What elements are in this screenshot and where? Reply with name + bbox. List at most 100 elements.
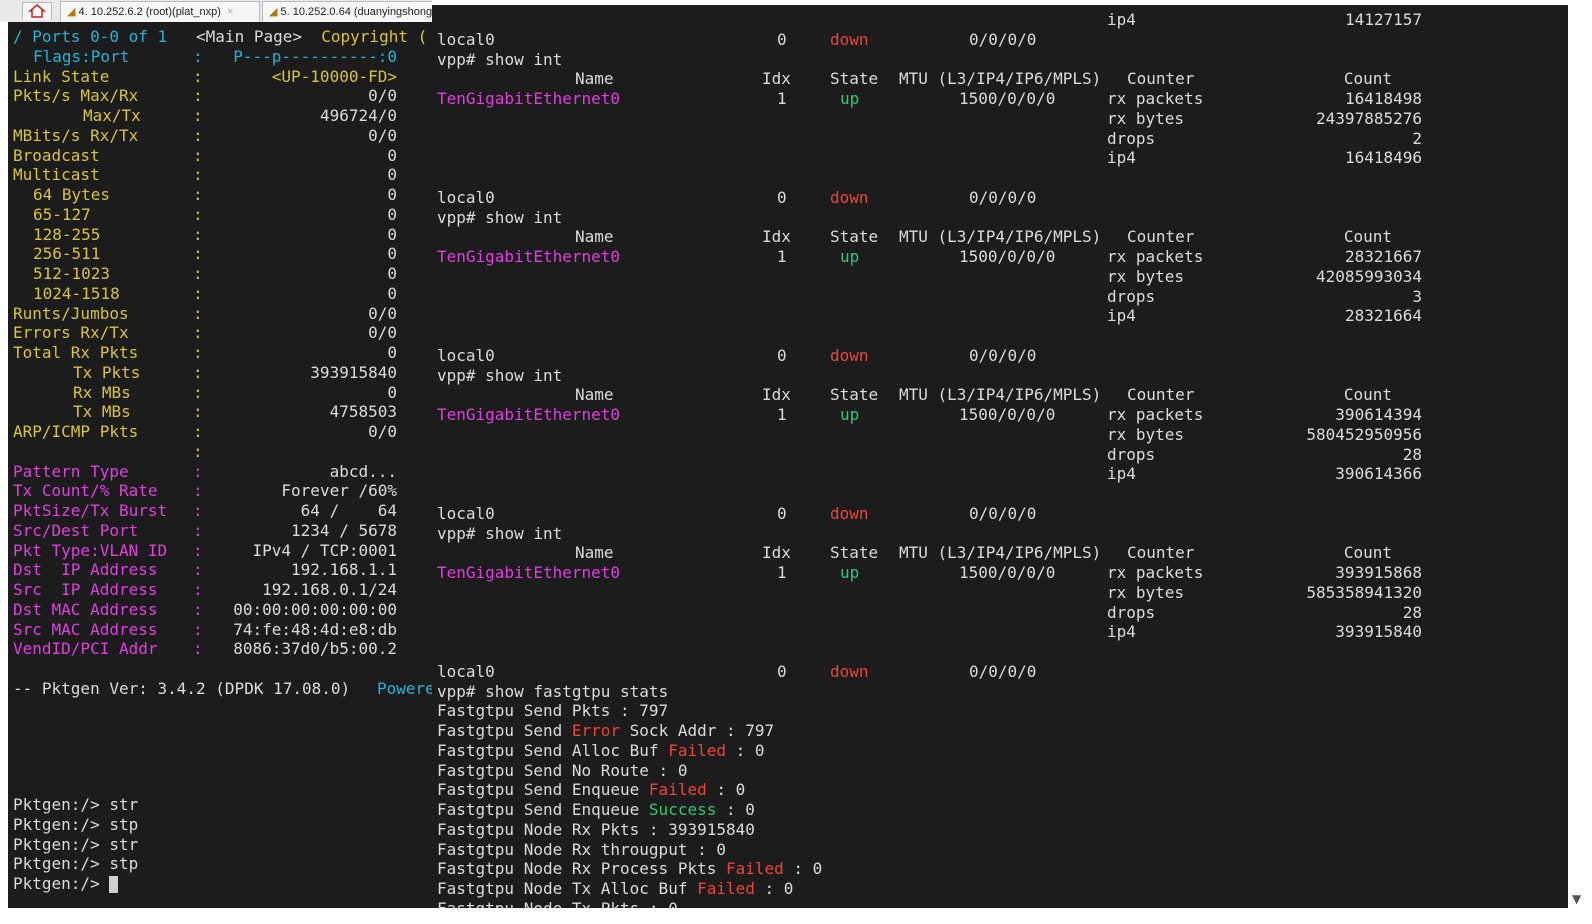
col-header-count: Count — [1343, 385, 1392, 405]
interface-idx: 0 — [777, 503, 787, 523]
stat-label: 256-511 — [33, 244, 101, 264]
stat-label: ARP/ICMP Pkts — [13, 422, 139, 441]
col-header-name: Name — [575, 69, 614, 89]
fastgtpu-stat-line: Fastgtpu Node Rx througput : 0 — [437, 840, 726, 860]
vpp-command: show fastgtpu stats — [485, 681, 669, 701]
fastgtpu-stat-line: Fastgtpu Send Error Sock Addr : 797 — [437, 721, 774, 741]
pktgen-terminal[interactable]: / Ports 0-0 of 1 <Main Page> Copyright (… — [8, 22, 432, 908]
config-label: Src IP Address — [13, 580, 158, 599]
config-value: 00:00:00:00:00:00 — [233, 599, 397, 619]
flags-value: P---p----------:0 — [233, 46, 397, 66]
status-word-failed: Failed — [648, 780, 707, 800]
counter-value: 16418498 — [1344, 89, 1422, 108]
config-label: PktSize/Tx Burst — [13, 501, 168, 520]
interface-name: local0 — [437, 503, 495, 523]
pktgen-version: -- Pktgen Ver: 3.4.2 (DPDK 17.08.0) — [13, 678, 351, 698]
status-word-failed: Failed — [668, 740, 726, 760]
counter-name: rx packets — [1107, 247, 1204, 266]
config-value: 192.168.1.1 — [291, 560, 397, 580]
counter-value: 2 — [1412, 128, 1422, 148]
fastgtpu-stat-text: : 0 — [706, 780, 746, 800]
vpp-command: show int — [485, 207, 563, 227]
fastgtpu-stat-text: : 0 — [754, 879, 794, 898]
interface-state: up — [840, 405, 860, 424]
counter-name: drops — [1107, 286, 1156, 306]
tab-session-5[interactable]: ◢ 5. 10.252.0.64 (duanyingshong) — [262, 1, 432, 22]
stat-value: 0 — [387, 343, 397, 362]
fastgtpu-stat-line: Fastgtpu Send Enqueue Failed : 0 — [437, 780, 745, 800]
counter-name: rx packets — [1107, 563, 1204, 582]
interface-idx: 1 — [777, 405, 787, 424]
stat-value: 0 — [387, 204, 397, 224]
config-value: 1234 / 5678 — [291, 520, 397, 540]
terminal-icon: ◢ — [269, 6, 278, 18]
stat-value: 0 — [387, 264, 397, 283]
counter-name: ip4 — [1107, 10, 1136, 29]
scrollbar[interactable]: ▼ — [1568, 5, 1592, 908]
tab-session-4[interactable]: ◢ 4. 10.252.6.2 (root)(plat_nxp) × — [60, 1, 260, 22]
pktgen-command: Pktgen:/> str — [13, 834, 139, 854]
fastgtpu-stat-text: Fastgtpu Node Rx Pkts : 393915840 — [437, 819, 755, 839]
powered-by: Powere — [377, 678, 432, 698]
close-icon[interactable]: × — [227, 6, 233, 18]
col-header-counter: Counter — [1127, 227, 1195, 247]
stat-label: MBits/s Rx/Tx — [13, 125, 139, 145]
fastgtpu-stat-text: Fastgtpu Send Enqueue — [437, 800, 649, 819]
counter-name: rx bytes — [1107, 108, 1185, 128]
stat-label: 128-255 — [33, 224, 101, 244]
config-value: abcd... — [329, 461, 397, 481]
counter-value: 16418496 — [1344, 148, 1422, 168]
stat-value: 0/0 — [368, 422, 397, 441]
fastgtpu-stat-text: Fastgtpu Node Rx througput : 0 — [437, 839, 726, 859]
stat-value: 0/0 — [368, 323, 397, 343]
counter-value: 393915868 — [1335, 563, 1422, 582]
status-word-failed: Error — [571, 721, 621, 740]
col-header-name: Name — [575, 385, 614, 405]
interface-mtu: 0/0/0/0 — [969, 661, 1037, 681]
pktgen-command: Pktgen:/> — [13, 874, 119, 894]
interface-idx: 0 — [777, 345, 787, 365]
copyright-label: Copyright ( — [321, 27, 428, 46]
config-label: Pkt Type:VLAN ID — [13, 540, 168, 560]
ports-label: / Ports 0-0 of 1 — [13, 27, 168, 46]
config-label: Tx Count/% Rate — [13, 481, 158, 501]
stat-label: Errors Rx/Tx — [13, 323, 129, 343]
col-header-name: Name — [575, 543, 614, 563]
stat-label: Max/Tx — [83, 106, 141, 125]
interface-name: local0 — [437, 29, 495, 49]
stat-value: 0 — [387, 224, 397, 244]
scroll-down-icon[interactable]: ▼ — [1572, 892, 1581, 906]
counter-name: rx bytes — [1107, 582, 1185, 602]
interface-name: TenGigabitEthernet0 — [437, 89, 621, 108]
col-header-counter: Counter — [1127, 385, 1195, 405]
counter-value: 585358941320 — [1306, 582, 1422, 602]
main-page-label: <Main Page> — [196, 27, 302, 46]
interface-state: down — [830, 29, 869, 49]
counter-value: 28 — [1402, 444, 1422, 464]
vpp-prompt-line: vpp# show int — [437, 524, 562, 544]
fastgtpu-stat-text: : 0 — [716, 800, 755, 819]
col-header-count: Count — [1343, 69, 1392, 89]
col-header-state: State — [830, 543, 879, 563]
interface-name: local0 — [437, 345, 495, 365]
stat-label: Total Rx Pkts — [13, 343, 139, 362]
counter-name: ip4 — [1107, 306, 1136, 326]
interface-name: local0 — [437, 187, 495, 207]
vpp-terminal[interactable]: ip4 14127157 local0 0 down 0/0/0/0 vpp# show i… — [432, 5, 1568, 908]
home-tab[interactable] — [22, 2, 52, 20]
interface-name: TenGigabitEthernet0 — [437, 563, 621, 582]
counter-name: drops — [1107, 444, 1156, 464]
fastgtpu-stat-text: Fastgtpu Send No Route : 0 — [437, 760, 688, 780]
vpp-command: show int — [485, 523, 563, 543]
counter-value: 580452950956 — [1306, 424, 1422, 444]
interface-state: up — [840, 247, 860, 266]
config-value: 8086:37d0/b5:00.2 — [233, 639, 397, 659]
stat-label: Tx MBs — [73, 402, 131, 422]
stat-value: 0 — [387, 185, 397, 204]
bottom-strip — [0, 908, 1592, 924]
label-colon: : — [193, 441, 203, 461]
stat-value: 4758503 — [329, 402, 397, 422]
col-header-count: Count — [1343, 543, 1392, 563]
counter-value: 390614366 — [1335, 464, 1422, 484]
